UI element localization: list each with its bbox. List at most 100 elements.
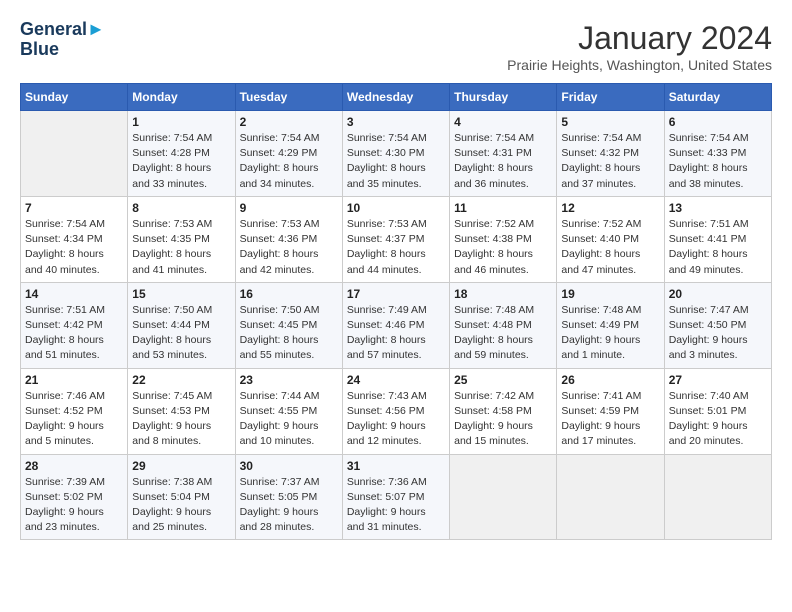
week-row-3: 21 Sunrise: 7:46 AMSunset: 4:52 PMDayligh… (21, 368, 772, 454)
day-info: Sunrise: 7:50 AMSunset: 4:44 PMDaylight:… (132, 303, 230, 364)
day-number: 6 (669, 115, 767, 129)
calendar-cell: 16Sunrise: 7:50 AMSunset: 4:45 PMDayligh… (235, 282, 342, 368)
day-number: 17 (347, 287, 445, 301)
weekday-header-friday: Friday (557, 84, 664, 111)
day-number: 25 (454, 373, 552, 387)
calendar-header: SundayMondayTuesdayWednesdayThursdayFrid… (21, 84, 772, 111)
day-info: Sunrise: 7:53 AMSunset: 4:36 PMDaylight:… (240, 217, 338, 278)
calendar-cell: 12 Sunrise: 7:52 AMSunset: 4:40 PMDayligh… (557, 196, 664, 282)
day-info: Sunrise: 7:40 AMSunset: 5:01 PMDaylight:… (669, 389, 767, 450)
week-row-1: 7 Sunrise: 7:54 AMSunset: 4:34 PMDaylight… (21, 196, 772, 282)
day-info: Sunrise: 7:54 AMSunset: 4:30 PMDaylight:… (347, 131, 445, 192)
calendar-cell: 25 Sunrise: 7:42 AMSunset: 4:58 PMDayligh… (450, 368, 557, 454)
calendar-cell: 24 Sunrise: 7:43 AMSunset: 4:56 PMDayligh… (342, 368, 449, 454)
day-number: 8 (132, 201, 230, 215)
calendar-cell: 11 Sunrise: 7:52 AMSunset: 4:38 PMDayligh… (450, 196, 557, 282)
weekday-header-monday: Monday (128, 84, 235, 111)
day-number: 20 (669, 287, 767, 301)
day-info: Sunrise: 7:48 AMSunset: 4:49 PMDaylight:… (561, 303, 659, 364)
calendar-cell: 9Sunrise: 7:53 AMSunset: 4:36 PMDaylight… (235, 196, 342, 282)
day-info: Sunrise: 7:54 AMSunset: 4:33 PMDaylight:… (669, 131, 767, 192)
day-info: Sunrise: 7:43 AMSunset: 4:56 PMDaylight:… (347, 389, 445, 450)
day-number: 19 (561, 287, 659, 301)
calendar-cell: 20 Sunrise: 7:47 AMSunset: 4:50 PMDayligh… (664, 282, 771, 368)
day-info: Sunrise: 7:52 AMSunset: 4:38 PMDaylight:… (454, 217, 552, 278)
day-info: Sunrise: 7:53 AMSunset: 4:37 PMDaylight:… (347, 217, 445, 278)
calendar-cell: 5Sunrise: 7:54 AMSunset: 4:32 PMDaylight… (557, 111, 664, 197)
calendar-cell: 14 Sunrise: 7:51 AMSunset: 4:42 PMDayligh… (21, 282, 128, 368)
day-number: 28 (25, 459, 123, 473)
day-info: Sunrise: 7:44 AMSunset: 4:55 PMDaylight:… (240, 389, 338, 450)
day-info: Sunrise: 7:54 AMSunset: 4:32 PMDaylight:… (561, 131, 659, 192)
calendar-cell: 2Sunrise: 7:54 AMSunset: 4:29 PMDaylight… (235, 111, 342, 197)
day-info: Sunrise: 7:54 AMSunset: 4:28 PMDaylight:… (132, 131, 230, 192)
calendar-cell: 6 Sunrise: 7:54 AMSunset: 4:33 PMDaylight… (664, 111, 771, 197)
day-number: 4 (454, 115, 552, 129)
day-number: 3 (347, 115, 445, 129)
day-info: Sunrise: 7:41 AMSunset: 4:59 PMDaylight:… (561, 389, 659, 450)
day-number: 11 (454, 201, 552, 215)
day-number: 24 (347, 373, 445, 387)
day-number: 21 (25, 373, 123, 387)
week-row-2: 14 Sunrise: 7:51 AMSunset: 4:42 PMDayligh… (21, 282, 772, 368)
calendar-cell: 4 Sunrise: 7:54 AMSunset: 4:31 PMDaylight… (450, 111, 557, 197)
calendar-cell: 21 Sunrise: 7:46 AMSunset: 4:52 PMDayligh… (21, 368, 128, 454)
day-number: 7 (25, 201, 123, 215)
day-info: Sunrise: 7:51 AMSunset: 4:41 PMDaylight:… (669, 217, 767, 278)
day-info: Sunrise: 7:45 AMSunset: 4:53 PMDaylight:… (132, 389, 230, 450)
weekday-header-tuesday: Tuesday (235, 84, 342, 111)
day-number: 31 (347, 459, 445, 473)
calendar-cell: 1 Sunrise: 7:54 AMSunset: 4:28 PMDaylight… (128, 111, 235, 197)
day-number: 15 (132, 287, 230, 301)
location: Prairie Heights, Washington, United Stat… (507, 57, 772, 73)
calendar-cell: 13 Sunrise: 7:51 AMSunset: 4:41 PMDayligh… (664, 196, 771, 282)
calendar-cell (21, 111, 128, 197)
logo: General►Blue (20, 20, 105, 60)
day-number: 18 (454, 287, 552, 301)
day-number: 13 (669, 201, 767, 215)
day-info: Sunrise: 7:54 AMSunset: 4:34 PMDaylight:… (25, 217, 123, 278)
calendar-cell: 23 Sunrise: 7:44 AMSunset: 4:55 PMDayligh… (235, 368, 342, 454)
calendar-cell: 31 Sunrise: 7:36 AMSunset: 5:07 PMDayligh… (342, 454, 449, 540)
title-block: January 2024 Prairie Heights, Washington… (507, 20, 772, 73)
calendar-cell: 8 Sunrise: 7:53 AMSunset: 4:35 PMDaylight… (128, 196, 235, 282)
calendar-cell: 27Sunrise: 7:40 AMSunset: 5:01 PMDayligh… (664, 368, 771, 454)
day-info: Sunrise: 7:49 AMSunset: 4:46 PMDaylight:… (347, 303, 445, 364)
calendar-cell: 7 Sunrise: 7:54 AMSunset: 4:34 PMDaylight… (21, 196, 128, 282)
logo-text: General►Blue (20, 20, 105, 60)
day-info: Sunrise: 7:36 AMSunset: 5:07 PMDaylight:… (347, 475, 445, 536)
day-info: Sunrise: 7:39 AMSunset: 5:02 PMDaylight:… (25, 475, 123, 536)
day-info: Sunrise: 7:53 AMSunset: 4:35 PMDaylight:… (132, 217, 230, 278)
calendar-cell (557, 454, 664, 540)
week-row-0: 1 Sunrise: 7:54 AMSunset: 4:28 PMDaylight… (21, 111, 772, 197)
day-number: 14 (25, 287, 123, 301)
day-info: Sunrise: 7:46 AMSunset: 4:52 PMDaylight:… (25, 389, 123, 450)
day-info: Sunrise: 7:51 AMSunset: 4:42 PMDaylight:… (25, 303, 123, 364)
day-number: 23 (240, 373, 338, 387)
day-number: 30 (240, 459, 338, 473)
day-number: 22 (132, 373, 230, 387)
calendar-cell: 10Sunrise: 7:53 AMSunset: 4:37 PMDayligh… (342, 196, 449, 282)
calendar-body: 1 Sunrise: 7:54 AMSunset: 4:28 PMDaylight… (21, 111, 772, 540)
calendar-cell: 26 Sunrise: 7:41 AMSunset: 4:59 PMDayligh… (557, 368, 664, 454)
day-number: 26 (561, 373, 659, 387)
weekday-header-row: SundayMondayTuesdayWednesdayThursdayFrid… (21, 84, 772, 111)
day-info: Sunrise: 7:37 AMSunset: 5:05 PMDaylight:… (240, 475, 338, 536)
day-info: Sunrise: 7:54 AMSunset: 4:31 PMDaylight:… (454, 131, 552, 192)
day-info: Sunrise: 7:52 AMSunset: 4:40 PMDaylight:… (561, 217, 659, 278)
day-info: Sunrise: 7:47 AMSunset: 4:50 PMDaylight:… (669, 303, 767, 364)
week-row-4: 28 Sunrise: 7:39 AMSunset: 5:02 PMDayligh… (21, 454, 772, 540)
day-number: 12 (561, 201, 659, 215)
calendar-cell (664, 454, 771, 540)
weekday-header-saturday: Saturday (664, 84, 771, 111)
calendar-cell: 22 Sunrise: 7:45 AMSunset: 4:53 PMDayligh… (128, 368, 235, 454)
calendar-cell (450, 454, 557, 540)
weekday-header-thursday: Thursday (450, 84, 557, 111)
calendar-table: SundayMondayTuesdayWednesdayThursdayFrid… (20, 83, 772, 540)
calendar-cell: 28 Sunrise: 7:39 AMSunset: 5:02 PMDayligh… (21, 454, 128, 540)
calendar-cell: 29Sunrise: 7:38 AMSunset: 5:04 PMDayligh… (128, 454, 235, 540)
day-number: 1 (132, 115, 230, 129)
day-info: Sunrise: 7:38 AMSunset: 5:04 PMDaylight:… (132, 475, 230, 536)
day-info: Sunrise: 7:42 AMSunset: 4:58 PMDaylight:… (454, 389, 552, 450)
weekday-header-sunday: Sunday (21, 84, 128, 111)
